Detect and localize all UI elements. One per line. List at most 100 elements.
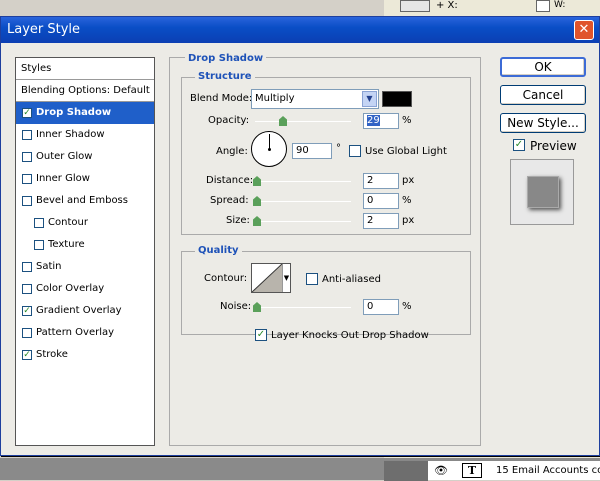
- preview-thumbnail: [510, 159, 574, 225]
- text-layer-icon: T: [462, 463, 482, 478]
- style-item-label: Pattern Overlay: [36, 327, 115, 338]
- style-item-drop-shadow[interactable]: ✓ Drop Shadow: [16, 102, 154, 124]
- contour-checkbox[interactable]: [34, 218, 44, 228]
- style-item-label: Outer Glow: [36, 151, 93, 162]
- blend-mode-select[interactable]: Multiply ▼: [251, 89, 379, 109]
- layer-row-gutter: [384, 461, 428, 481]
- size-label: Size:: [226, 215, 250, 226]
- style-item-satin[interactable]: Satin: [16, 256, 154, 278]
- style-item-inner-glow[interactable]: Inner Glow: [16, 168, 154, 190]
- style-item-pattern-overlay[interactable]: Pattern Overlay: [16, 322, 154, 344]
- outer-glow-checkbox[interactable]: [22, 152, 32, 162]
- opacity-unit: %: [402, 115, 412, 126]
- noise-slider-track[interactable]: [255, 307, 351, 308]
- close-button[interactable]: ✕: [574, 20, 594, 40]
- satin-checkbox[interactable]: [22, 262, 32, 272]
- styles-header[interactable]: Styles: [16, 58, 154, 80]
- noise-value: 0: [367, 301, 374, 312]
- background-tool-button: [400, 0, 430, 12]
- opacity-input[interactable]: 29: [363, 113, 399, 129]
- style-item-color-overlay[interactable]: Color Overlay: [16, 278, 154, 300]
- anti-aliased-checkbox[interactable]: [306, 273, 318, 285]
- opacity-label: Opacity:: [208, 115, 250, 126]
- opacity-value: 29: [367, 115, 380, 126]
- structure-title: Structure: [195, 71, 255, 82]
- dialog-titlebar[interactable]: Layer Style: [1, 17, 599, 43]
- noise-unit: %: [402, 301, 412, 312]
- angle-value: 90: [296, 145, 309, 156]
- distance-slider-track[interactable]: [255, 181, 351, 182]
- preview-swatch: [527, 176, 559, 208]
- contour-label: Contour:: [204, 273, 248, 284]
- style-item-stroke[interactable]: ✓ Stroke: [16, 344, 154, 366]
- texture-checkbox[interactable]: [34, 240, 44, 250]
- noise-label: Noise:: [220, 301, 252, 312]
- drop-shadow-title: Drop Shadow: [185, 53, 267, 64]
- stroke-checkbox[interactable]: ✓: [22, 350, 32, 360]
- eye-icon[interactable]: 👁: [434, 464, 448, 477]
- quality-title: Quality: [195, 245, 242, 256]
- angle-dial[interactable]: [251, 131, 287, 167]
- knockout-checkbox[interactable]: ✓: [255, 329, 267, 341]
- blending-options-item[interactable]: Blending Options: Default: [16, 80, 154, 102]
- spread-slider-track[interactable]: [255, 201, 351, 202]
- drop-shadow-checkbox[interactable]: ✓: [22, 108, 32, 118]
- style-item-inner-shadow[interactable]: Inner Shadow: [16, 124, 154, 146]
- spread-value: 0: [367, 195, 374, 206]
- style-item-label: Gradient Overlay: [36, 305, 122, 316]
- use-global-light-checkbox[interactable]: [349, 145, 361, 157]
- layer-name[interactable]: 15 Email Accounts cop: [496, 465, 600, 476]
- bevel-emboss-checkbox[interactable]: [22, 196, 32, 206]
- distance-input[interactable]: 2: [363, 173, 399, 189]
- chevron-down-icon[interactable]: ▼: [362, 91, 377, 107]
- size-input[interactable]: 2: [363, 213, 399, 229]
- style-item-texture[interactable]: Texture: [16, 234, 154, 256]
- layer-style-dialog: Layer Style ✕ Styles Blending Options: D…: [0, 16, 600, 456]
- angle-label: Angle:: [216, 146, 248, 157]
- style-item-bevel-emboss[interactable]: Bevel and Emboss: [16, 190, 154, 212]
- style-item-label: Texture: [48, 239, 85, 250]
- chevron-down-icon[interactable]: ▼: [282, 264, 290, 292]
- knockout-label[interactable]: Layer Knocks Out Drop Shadow: [271, 330, 429, 341]
- shadow-color-swatch[interactable]: [382, 91, 412, 107]
- use-global-light-label[interactable]: Use Global Light: [365, 146, 447, 157]
- inner-glow-checkbox[interactable]: [22, 174, 32, 184]
- style-item-label: Bevel and Emboss: [36, 195, 128, 206]
- size-slider-track[interactable]: [255, 221, 351, 222]
- style-item-gradient-overlay[interactable]: ✓ Gradient Overlay: [16, 300, 154, 322]
- distance-label: Distance:: [206, 175, 254, 186]
- spread-input[interactable]: 0: [363, 193, 399, 209]
- ok-button[interactable]: OK: [500, 57, 586, 77]
- size-unit: px: [402, 215, 415, 226]
- preview-label[interactable]: Preview: [530, 139, 577, 153]
- opacity-slider-track[interactable]: [255, 121, 351, 122]
- gradient-overlay-checkbox[interactable]: ✓: [22, 306, 32, 316]
- background-coord-readout: + X:: [436, 0, 458, 11]
- styles-list: Styles Blending Options: Default ✓ Drop …: [15, 57, 155, 446]
- distance-unit: px: [402, 175, 415, 186]
- contour-picker[interactable]: ▼: [251, 263, 291, 293]
- preview-checkbox[interactable]: ✓: [513, 139, 525, 151]
- style-item-contour[interactable]: Contour: [16, 212, 154, 234]
- inner-shadow-checkbox[interactable]: [22, 130, 32, 140]
- cancel-button[interactable]: Cancel: [500, 85, 586, 105]
- style-item-label: Inner Glow: [36, 173, 90, 184]
- color-overlay-checkbox[interactable]: [22, 284, 32, 294]
- size-value: 2: [367, 215, 374, 226]
- noise-input[interactable]: 0: [363, 299, 399, 315]
- background-coord-readout: W:: [554, 0, 566, 10]
- style-item-label: Satin: [36, 261, 62, 272]
- blend-mode-label: Blend Mode:: [190, 93, 253, 104]
- new-style-button[interactable]: New Style...: [500, 113, 586, 133]
- background-tool-button: [536, 0, 550, 12]
- style-item-label: Color Overlay: [36, 283, 105, 294]
- layers-panel-row[interactable]: 👁 T 15 Email Accounts cop: [384, 460, 600, 481]
- anti-aliased-label[interactable]: Anti-aliased: [322, 274, 381, 285]
- angle-input[interactable]: 90: [292, 143, 332, 159]
- spread-label: Spread:: [210, 195, 249, 206]
- angle-unit: °: [336, 143, 341, 154]
- angle-center: [268, 148, 271, 151]
- style-item-outer-glow[interactable]: Outer Glow: [16, 146, 154, 168]
- spread-unit: %: [402, 195, 412, 206]
- pattern-overlay-checkbox[interactable]: [22, 328, 32, 338]
